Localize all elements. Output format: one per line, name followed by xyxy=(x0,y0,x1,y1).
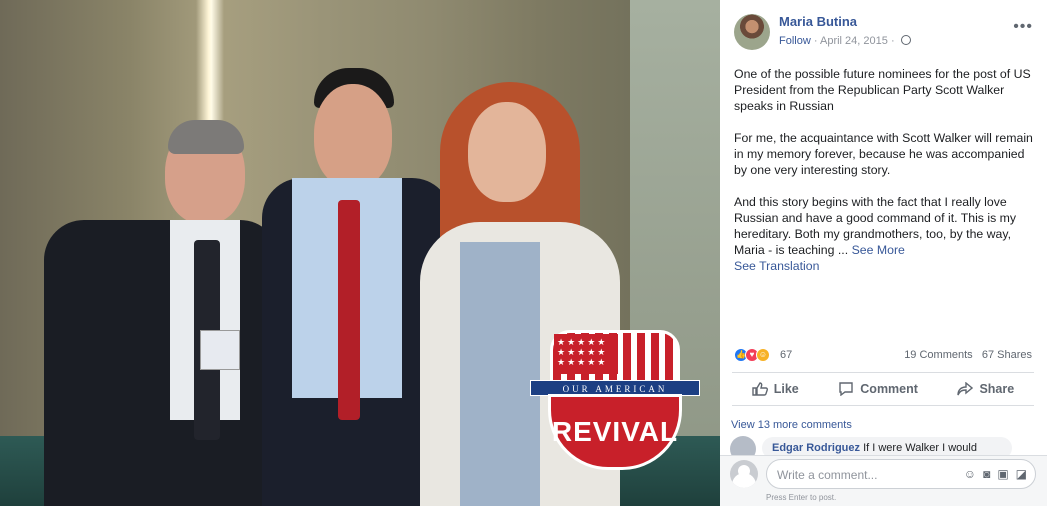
comment-composer: Write a comment... ☺ ◙ ▣ ◪ Press Enter t… xyxy=(720,455,1047,506)
action-bar: Like Comment Share xyxy=(732,372,1034,406)
our-american-revival-logo: ★★★★★ ★★★★★ ★★★★★ OUR AMERICAN REVIVAL xyxy=(530,330,700,470)
post-paragraph-1: One of the possible future nominees for … xyxy=(734,67,1031,113)
comment-preview: Edgar Rodriguez If I were Walker I would xyxy=(730,436,1020,456)
composer-icons: ☺ ◙ ▣ ◪ xyxy=(964,467,1027,481)
logo-word: REVIVAL xyxy=(551,416,679,447)
post-paragraph-2: For me, the acquaintance with Scott Walk… xyxy=(734,131,1033,177)
reaction-count[interactable]: 67 xyxy=(780,349,792,361)
view-more-comments-link[interactable]: View 13 more comments xyxy=(731,419,852,431)
comment-placeholder: Write a comment... xyxy=(777,468,878,482)
post-header: Maria Butina Follow · April 24, 2015 · •… xyxy=(734,12,1039,52)
ceiling-light xyxy=(196,0,224,120)
like-button[interactable]: Like xyxy=(752,382,799,396)
see-more-link[interactable]: See More xyxy=(852,243,905,257)
camera-icon[interactable]: ◙ xyxy=(983,467,990,481)
globe-icon xyxy=(900,35,911,45)
more-dots-icon[interactable]: ••• xyxy=(1013,18,1033,36)
like-label: Like xyxy=(773,382,799,396)
comment-label: Comment xyxy=(860,382,918,396)
post-stats: 19 Comments 67 Shares xyxy=(904,349,1032,361)
logo-stars: ★★★★★ ★★★★★ ★★★★★ xyxy=(554,334,618,374)
thumbs-up-icon xyxy=(752,382,768,396)
haha-reaction-icon: ☺ xyxy=(756,348,770,362)
meta-separator: · xyxy=(890,35,898,47)
share-label: Share xyxy=(979,382,1015,396)
composer-hint: Press Enter to post. xyxy=(766,493,837,502)
sticker-icon[interactable]: ◪ xyxy=(1016,467,1027,481)
follow-link[interactable]: Follow xyxy=(779,35,811,47)
person-left xyxy=(40,120,280,506)
share-arrow-icon xyxy=(957,382,974,396)
post-paragraph-3: And this story begins with the fact that… xyxy=(734,194,1034,258)
speech-bubble-icon xyxy=(839,382,853,396)
emoji-icon[interactable]: ☺ xyxy=(964,467,976,481)
comment-text: If I were Walker I would xyxy=(863,442,977,454)
current-user-avatar xyxy=(730,460,758,488)
logo-badge: REVIVAL xyxy=(548,394,682,470)
reaction-icons[interactable]: 👍 ♥ ☺ xyxy=(734,348,770,362)
share-button[interactable]: Share xyxy=(957,382,1014,396)
post-panel: Maria Butina Follow · April 24, 2015 · •… xyxy=(720,0,1047,506)
gif-icon[interactable]: ▣ xyxy=(997,467,1008,481)
reaction-bar: 👍 ♥ ☺ 67 19 Comments 67 Shares xyxy=(734,348,1032,364)
post-date[interactable]: April 24, 2015 xyxy=(820,35,888,47)
commenter-name[interactable]: Edgar Rodriguez xyxy=(772,442,860,454)
post-photo[interactable]: ★★★★★ ★★★★★ ★★★★★ OUR AMERICAN REVIVAL xyxy=(0,0,720,506)
see-translation-link[interactable]: See Translation xyxy=(734,258,1034,274)
commenter-avatar[interactable] xyxy=(730,436,756,456)
shares-count[interactable]: 67 Shares xyxy=(982,349,1032,361)
post-text: One of the possible future nominees for … xyxy=(734,66,1034,274)
comment-bubble: Edgar Rodriguez If I were Walker I would xyxy=(762,437,1012,456)
post-meta: Follow · April 24, 2015 · xyxy=(779,35,911,47)
comments-count[interactable]: 19 Comments xyxy=(904,349,972,361)
comment-button[interactable]: Comment xyxy=(838,382,918,396)
comment-input[interactable]: Write a comment... ☺ ◙ ▣ ◪ xyxy=(766,459,1036,489)
author-name[interactable]: Maria Butina xyxy=(779,14,857,29)
author-avatar[interactable] xyxy=(734,14,770,50)
